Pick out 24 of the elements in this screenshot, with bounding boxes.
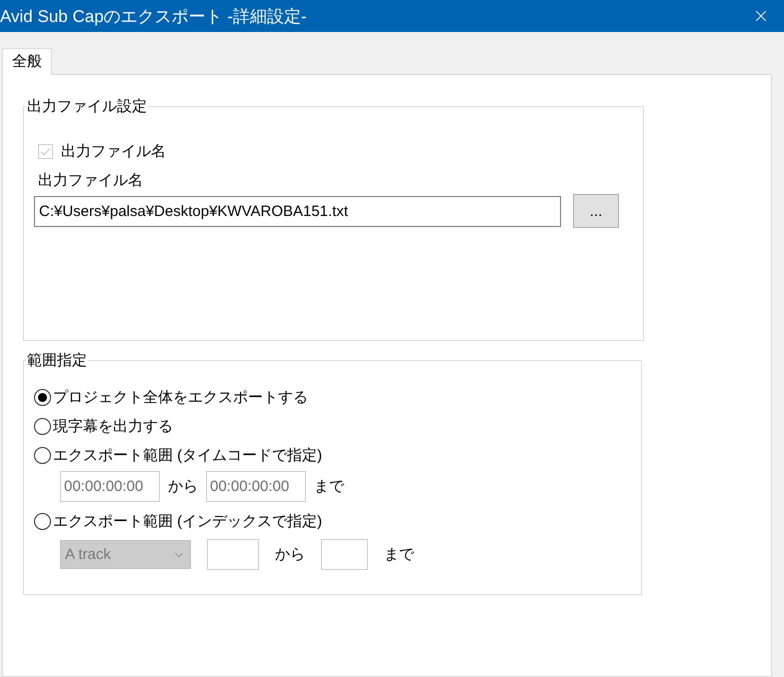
- radio-button[interactable]: [34, 389, 51, 406]
- field-label: 出力ファイル名: [38, 171, 143, 190]
- radio-button[interactable]: [34, 418, 51, 435]
- file-path-field[interactable]: C:¥Users¥palsa¥Desktop¥KWVAROBA151.txt: [34, 196, 561, 226]
- radio-option[interactable]: 現字幕を出力する: [34, 417, 631, 436]
- radio-option[interactable]: エクスポート範囲 (タイムコードで指定): [34, 446, 631, 465]
- radio-label: 現字幕を出力する: [53, 417, 173, 436]
- tab[interactable]: 全般: [2, 48, 52, 75]
- radio-label: エクスポート範囲 (インデックスで指定): [53, 512, 322, 531]
- to-label: まで: [314, 477, 344, 496]
- browse-button[interactable]: ...: [573, 194, 619, 228]
- group-legend: 出力ファイル設定: [26, 97, 148, 116]
- radio-label: プロジェクト全体をエクスポートする: [53, 388, 308, 407]
- group-legend: 範囲指定: [26, 351, 88, 370]
- radio-button[interactable]: [34, 513, 51, 530]
- checkbox-label: 出力ファイル名: [61, 142, 166, 161]
- to-label: まで: [384, 545, 414, 564]
- window-title: Avid Sub Capのエクスポート -詳細設定-: [0, 6, 307, 28]
- radio-option[interactable]: エクスポート範囲 (インデックスで指定): [34, 512, 631, 531]
- radio-button[interactable]: [34, 447, 51, 464]
- from-label: から: [168, 477, 198, 496]
- radio-option[interactable]: プロジェクト全体をエクスポートする: [34, 388, 631, 407]
- from-label: から: [275, 545, 305, 564]
- radio-label: エクスポート範囲 (タイムコードで指定): [53, 446, 322, 465]
